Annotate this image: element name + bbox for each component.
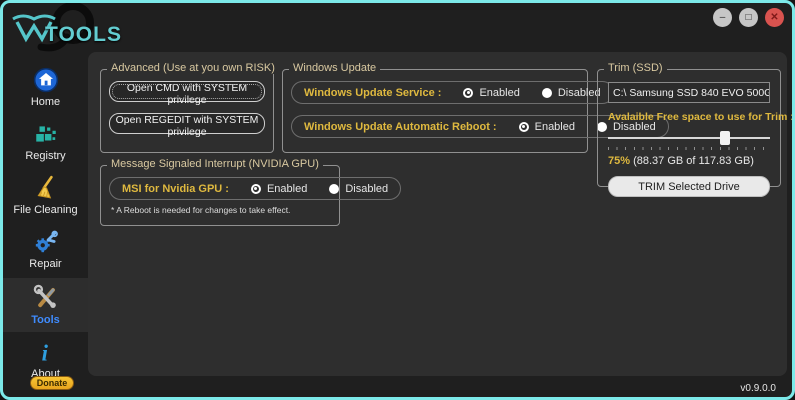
close-button[interactable]: ✕ [765,8,784,27]
msi-enabled-radio[interactable]: Enabled [251,183,307,195]
open-regedit-system-button[interactable]: Open REGEDIT with SYSTEM privilege [109,113,265,134]
windows-update-service-row: Windows Update Service : Enabled Disable… [291,81,614,104]
sidebar-item-file-cleaning[interactable]: File Cleaning [3,170,88,222]
sidebar-item-repair[interactable]: Repair [3,224,88,276]
radio-unselected-icon [329,184,339,194]
sidebar-item-tools[interactable]: Tools [3,278,88,332]
sidebar-item-label: File Cleaning [13,204,77,216]
trim-size-detail: (88.37 GB of 117.83 GB) [633,155,754,167]
app-window: TOOLS – □ ✕ Home Re [0,0,795,400]
trim-value-line: 75% (88.37 GB of 117.83 GB) [608,155,770,167]
radio-unselected-icon [542,88,552,98]
radio-selected-icon [251,184,261,194]
sidebar-item-label: Registry [25,150,65,162]
home-icon [33,67,59,93]
maximize-button[interactable]: □ [739,8,758,27]
repair-icon [33,229,59,255]
tools-icon [32,283,60,311]
sidebar-item-label: Repair [29,258,61,270]
radio-selected-icon [519,122,529,132]
drive-select-dropdown[interactable]: C:\ Samsung SSD 840 EVO 500GB (4 ⌄ [608,82,770,103]
advanced-group: Advanced (Use at you own RISK) Open CMD … [100,69,274,153]
trim-ssd-group: Trim (SSD) C:\ Samsung SSD 840 EVO 500GB… [597,69,781,187]
drive-select-value: C:\ Samsung SSD 840 EVO 500GB (4 [613,87,770,99]
sidebar-item-label: Home [31,96,60,108]
minimize-button[interactable]: – [713,8,732,27]
windows-update-group: Windows Update Windows Update Service : … [282,69,588,153]
version-label: v0.9.0.0 [740,383,776,394]
main-panel: Advanced (Use at you own RISK) Open CMD … [88,52,787,376]
windows-update-service-label: Windows Update Service : [304,87,441,99]
advanced-group-title: Advanced (Use at you own RISK) [107,62,279,74]
window-controls: – □ ✕ [713,8,784,27]
titlebar: TOOLS – □ ✕ [3,3,792,52]
trim-percent: 75% [608,155,630,167]
sidebar-item-registry[interactable]: Registry [3,116,88,168]
about-icon: i [33,339,59,365]
app-logo: TOOLS [9,5,129,51]
trim-slider-label: Avalaible Free space to use for Trim : [608,111,770,123]
msi-disabled-radio[interactable]: Disabled [329,183,388,195]
reboot-enabled-radio[interactable]: Enabled [519,121,575,133]
trim-inner: C:\ Samsung SSD 840 EVO 500GB (4 ⌄ Avala… [608,82,770,197]
msi-row: MSI for Nvidia GPU : Enabled Disabled [109,177,401,200]
msi-label: MSI for Nvidia GPU : [122,183,229,195]
open-cmd-system-button[interactable]: Open CMD with SYSTEM privilege [109,81,265,102]
trim-selected-drive-button[interactable]: TRIM Selected Drive [608,176,770,197]
service-enabled-radio[interactable]: Enabled [463,87,519,99]
slider-track[interactable] [608,137,770,139]
windows-update-reboot-label: Windows Update Automatic Reboot : [304,121,497,133]
svg-text:i: i [41,341,48,365]
trim-group-title: Trim (SSD) [604,62,667,74]
slider-ticks [608,147,770,150]
sidebar: Home Registry File Cleaning [3,52,88,397]
trim-slider[interactable] [608,131,770,145]
service-disabled-radio[interactable]: Disabled [542,87,601,99]
sidebar-item-home[interactable]: Home [3,62,88,114]
msi-footnote: * A Reboot is needed for changes to take… [111,205,339,215]
slider-thumb[interactable] [720,131,730,145]
sidebar-item-label: Tools [31,314,60,326]
registry-icon [33,121,59,147]
windows-update-group-title: Windows Update [289,62,380,74]
msi-group-title: Message Signaled Interrupt (NVIDIA GPU) [107,158,323,170]
radio-selected-icon [463,88,473,98]
file-cleaning-icon [33,175,59,201]
donate-button[interactable]: Donate [30,376,74,390]
msi-group: Message Signaled Interrupt (NVIDIA GPU) … [100,165,340,226]
app-title: TOOLS [45,23,122,47]
